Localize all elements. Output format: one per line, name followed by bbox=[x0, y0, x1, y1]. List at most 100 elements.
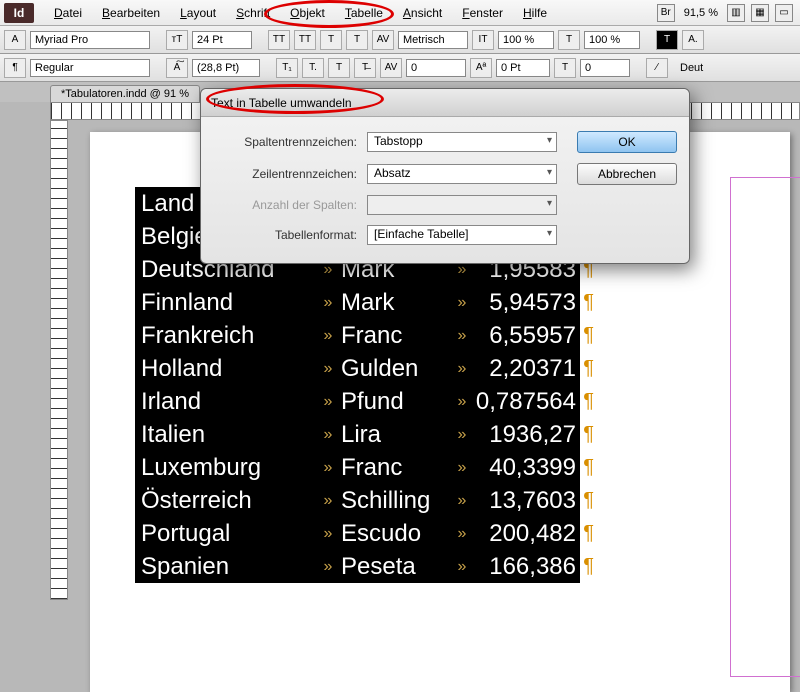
convert-text-to-table-dialog: Text in Tabelle umwandeln Spaltentrennze… bbox=[200, 88, 690, 264]
hscale-icon: T bbox=[558, 30, 580, 50]
menu-tabelle[interactable]: Tabelle bbox=[335, 3, 393, 23]
text-row: Portugal»Escudo»200,482¶ bbox=[135, 517, 580, 550]
tab-arrow-icon: » bbox=[449, 525, 475, 543]
menu-schrift[interactable]: Schrift bbox=[226, 3, 280, 23]
fill-t-icon[interactable]: T bbox=[656, 30, 678, 50]
tracking-input[interactable]: 0 bbox=[406, 59, 466, 77]
tab-arrow-icon: » bbox=[315, 459, 341, 477]
menu-objekt[interactable]: Objekt bbox=[280, 3, 335, 23]
vscale-icon: IT bbox=[472, 30, 494, 50]
t3-icon[interactable]: T bbox=[328, 58, 350, 78]
leading-icon: A͠ bbox=[166, 58, 188, 78]
char-style-icon[interactable]: A. bbox=[682, 30, 704, 50]
language-select[interactable]: Deut bbox=[672, 62, 703, 74]
tab-arrow-icon: » bbox=[449, 360, 475, 378]
tab-arrow-icon: » bbox=[449, 294, 475, 312]
tab-arrow-icon: » bbox=[315, 426, 341, 444]
tab-arrow-icon: » bbox=[449, 426, 475, 444]
vscale-input[interactable]: 100 % bbox=[498, 31, 554, 49]
text-row: Irland»Pfund»0,787564¶ bbox=[135, 385, 580, 418]
menu-hilfe[interactable]: Hilfe bbox=[513, 3, 557, 23]
screen-mode-icon[interactable]: ▥ bbox=[727, 4, 745, 22]
baseline-icon: Aª bbox=[470, 58, 492, 78]
tab-arrow-icon: » bbox=[315, 294, 341, 312]
tab-arrow-icon: » bbox=[449, 393, 475, 411]
paragraph-format-icon[interactable]: ¶ bbox=[4, 58, 26, 78]
allcaps-icon[interactable]: TT bbox=[268, 30, 290, 50]
t2-icon[interactable]: T. bbox=[302, 58, 324, 78]
tab-arrow-icon: » bbox=[449, 558, 475, 576]
kerning-select[interactable]: Metrisch bbox=[398, 31, 468, 49]
tracking-icon: AV bbox=[380, 58, 402, 78]
pilcrow-icon: ¶ bbox=[583, 291, 594, 314]
text-row: Italien»Lira»1936,27¶ bbox=[135, 418, 580, 451]
tab-arrow-icon: » bbox=[315, 525, 341, 543]
pilcrow-icon: ¶ bbox=[583, 522, 594, 545]
pilcrow-icon: ¶ bbox=[583, 489, 594, 512]
font-size-input[interactable]: 24 Pt bbox=[192, 31, 252, 49]
text-row: Holland»Gulden»2,20371¶ bbox=[135, 352, 580, 385]
text-row: Spanien»Peseta»166,386¶ bbox=[135, 550, 580, 583]
row-sep-select[interactable]: Absatz bbox=[367, 164, 557, 184]
text-row: Österreich»Schilling»13,7603¶ bbox=[135, 484, 580, 517]
text-frame-guide bbox=[730, 177, 800, 677]
control-bar-1: A Myriad Pro тТ 24 Pt TT TT T T AV Metri… bbox=[0, 26, 800, 54]
dialog-title[interactable]: Text in Tabelle umwandeln bbox=[201, 89, 689, 117]
menu-datei[interactable]: Datei bbox=[44, 3, 92, 23]
tab-arrow-icon: » bbox=[449, 327, 475, 345]
subscript-icon[interactable]: T bbox=[346, 30, 368, 50]
document-tab[interactable]: *Tabulatoren.indd @ 91 % bbox=[50, 85, 200, 102]
t4-icon[interactable]: T̶ bbox=[354, 58, 376, 78]
superscript-icon[interactable]: T bbox=[320, 30, 342, 50]
col-sep-label: Spaltentrennzeichen: bbox=[217, 135, 357, 149]
menu-fenster[interactable]: Fenster bbox=[452, 3, 513, 23]
control-bar-2: ¶ Regular A͠ (28,8 Pt) T₁ T. T T̶ AV 0 A… bbox=[0, 54, 800, 82]
hscale-input[interactable]: 100 % bbox=[584, 31, 640, 49]
numcols-input bbox=[367, 195, 557, 215]
menu-bearbeiten[interactable]: Bearbeiten bbox=[92, 3, 170, 23]
font-size-icon: тТ bbox=[166, 30, 188, 50]
pilcrow-icon: ¶ bbox=[583, 423, 594, 446]
pilcrow-icon: ¶ bbox=[583, 357, 594, 380]
menu-layout[interactable]: Layout bbox=[170, 3, 226, 23]
skew-icon: T bbox=[554, 58, 576, 78]
pilcrow-icon: ¶ bbox=[583, 324, 594, 347]
view-options-icon[interactable]: ▦ bbox=[751, 4, 769, 22]
numcols-label: Anzahl der Spalten: bbox=[217, 198, 357, 212]
skew-input[interactable]: 0 bbox=[580, 59, 630, 77]
text-row: Frankreich»Franc»6,55957¶ bbox=[135, 319, 580, 352]
tableformat-select[interactable]: [Einfache Tabelle] bbox=[367, 225, 557, 245]
character-format-icon[interactable]: A bbox=[4, 30, 26, 50]
tableformat-label: Tabellenformat: bbox=[217, 228, 357, 242]
tab-arrow-icon: » bbox=[315, 360, 341, 378]
text-row: Luxemburg»Franc»40,3399¶ bbox=[135, 451, 580, 484]
col-sep-select[interactable]: Tabstopp bbox=[367, 132, 557, 152]
baseline-input[interactable]: 0 Pt bbox=[496, 59, 550, 77]
app-logo-icon: Id bbox=[4, 3, 34, 23]
row-sep-label: Zeilentrennzeichen: bbox=[217, 167, 357, 181]
smallcaps-icon[interactable]: TT bbox=[294, 30, 316, 50]
zoom-level[interactable]: 91,5 % bbox=[678, 7, 724, 19]
font-style-select[interactable]: Regular bbox=[30, 59, 150, 77]
vertical-ruler[interactable] bbox=[50, 120, 68, 600]
stroke-t-icon[interactable]: ∕ bbox=[646, 58, 668, 78]
t1-icon[interactable]: T₁ bbox=[276, 58, 298, 78]
menu-bar: Id Datei Bearbeiten Layout Schrift Objek… bbox=[0, 0, 800, 26]
bridge-icon[interactable]: Br bbox=[657, 4, 675, 22]
pilcrow-icon: ¶ bbox=[583, 390, 594, 413]
leading-input[interactable]: (28,8 Pt) bbox=[192, 59, 260, 77]
kerning-icon: AV bbox=[372, 30, 394, 50]
ok-button[interactable]: OK bbox=[577, 131, 677, 153]
font-family-select[interactable]: Myriad Pro bbox=[30, 31, 150, 49]
text-row: Finnland»Mark»5,94573¶ bbox=[135, 286, 580, 319]
arrange-icon[interactable]: ▭ bbox=[775, 4, 793, 22]
cancel-button[interactable]: Abbrechen bbox=[577, 163, 677, 185]
tab-arrow-icon: » bbox=[315, 492, 341, 510]
tab-arrow-icon: » bbox=[449, 492, 475, 510]
tab-arrow-icon: » bbox=[315, 393, 341, 411]
tab-arrow-icon: » bbox=[449, 459, 475, 477]
tab-arrow-icon: » bbox=[315, 327, 341, 345]
menu-ansicht[interactable]: Ansicht bbox=[393, 3, 452, 23]
tab-arrow-icon: » bbox=[315, 558, 341, 576]
pilcrow-icon: ¶ bbox=[583, 555, 594, 578]
